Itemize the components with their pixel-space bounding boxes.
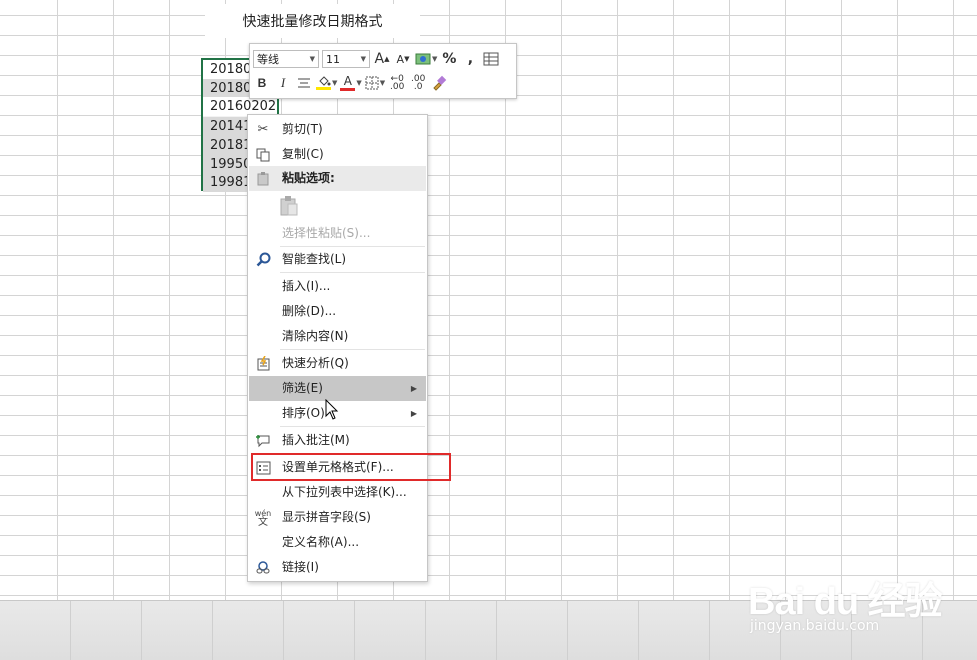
menu-item-filter[interactable]: 筛选(E) ▶ <box>249 376 426 401</box>
chevron-down-icon: ▼ <box>360 55 366 63</box>
submenu-arrow-icon: ▶ <box>410 384 417 393</box>
menu-header-paste-options: 粘贴选项: <box>249 166 426 191</box>
font-name-select[interactable]: 等线 ▼ <box>253 50 319 68</box>
paint-bucket-icon <box>318 76 330 86</box>
borders-icon <box>365 76 379 90</box>
submenu-arrow-icon: ▶ <box>410 409 417 418</box>
baidu-logo: Bai du 经验 <box>748 581 943 623</box>
menu-item-clear-contents[interactable]: 清除内容(N) <box>249 324 426 349</box>
accounting-icon <box>415 53 431 65</box>
context-menu: ✂ 剪切(T) 复制(C) 粘贴选项: 选择性粘贴(S)... 智能查找(L) … <box>247 114 428 582</box>
clipboard-icon <box>253 169 273 188</box>
menu-item-smart-lookup[interactable]: 智能查找(L) <box>249 247 426 272</box>
paste-option-icon[interactable] <box>279 195 299 217</box>
table-icon <box>483 52 499 66</box>
accounting-format-button[interactable]: ▼ <box>415 49 437 69</box>
font-size-select[interactable]: 11 ▼ <box>322 50 370 68</box>
format-table-button[interactable] <box>482 49 500 69</box>
quick-analysis-icon <box>253 354 273 373</box>
align-center-button[interactable] <box>295 73 313 93</box>
scissors-icon: ✂ <box>257 122 269 137</box>
bold-button[interactable]: B <box>253 73 271 93</box>
mini-toolbar: 等线 ▼ 11 ▼ A ▲ A ▼ ▼ % , B I ▼ A ▼ ▼ ←0 .… <box>249 43 517 99</box>
menu-item-paste-special[interactable]: 选择性粘贴(S)... <box>249 221 426 246</box>
font-color-button[interactable]: A ▼ <box>340 73 362 93</box>
grow-font-button[interactable]: A ▲ <box>373 49 391 69</box>
phonetic-icon: wén 文 <box>254 508 272 528</box>
menu-item-copy[interactable]: 复制(C) <box>249 142 426 167</box>
format-cells-highlight <box>251 453 451 481</box>
increase-decimal-button[interactable]: ←0.00 <box>388 73 406 93</box>
menu-item-cut[interactable]: ✂ 剪切(T) <box>249 117 426 142</box>
chevron-down-icon: ▼ <box>309 55 315 63</box>
format-painter-button[interactable] <box>430 73 448 93</box>
comment-icon <box>253 431 273 450</box>
menu-item-insert[interactable]: 插入(I)... <box>249 274 426 299</box>
align-center-icon <box>298 78 310 88</box>
baidu-watermark: Bai du 经验 jingyan.baidu.com <box>748 570 948 640</box>
menu-item-insert-comment[interactable]: 插入批注(M) <box>249 428 426 453</box>
copy-icon <box>253 145 273 164</box>
title-text: 快速批量修改日期格式 <box>242 14 383 30</box>
watermark-url: jingyan.baidu.com <box>750 618 880 634</box>
menu-item-link[interactable]: 链接(I) <box>249 555 426 580</box>
search-icon <box>253 250 273 269</box>
menu-item-delete[interactable]: 删除(D)... <box>249 299 426 324</box>
decrease-decimal-button[interactable]: .00.0 <box>409 73 427 93</box>
link-icon <box>253 558 273 577</box>
menu-item-define-name[interactable]: 定义名称(A)... <box>249 530 426 555</box>
menu-item-quick-analysis[interactable]: 快速分析(Q) <box>249 351 426 376</box>
mouse-cursor-icon <box>325 399 339 420</box>
menu-item-show-phonetic[interactable]: wén 文 显示拼音字段(S) <box>249 505 426 530</box>
title-cell[interactable]: 快速批量修改日期格式 <box>205 4 420 38</box>
percent-button[interactable]: % <box>440 49 458 69</box>
menu-item-pick-from-list[interactable]: 从下拉列表中选择(K)... <box>249 480 426 505</box>
shrink-font-button[interactable]: A ▼ <box>394 49 412 69</box>
fill-color-button[interactable]: ▼ <box>316 73 337 93</box>
italic-button[interactable]: I <box>274 73 292 93</box>
comma-button[interactable]: , <box>461 49 479 69</box>
paintbrush-icon <box>433 75 447 91</box>
borders-button[interactable]: ▼ <box>365 73 385 93</box>
